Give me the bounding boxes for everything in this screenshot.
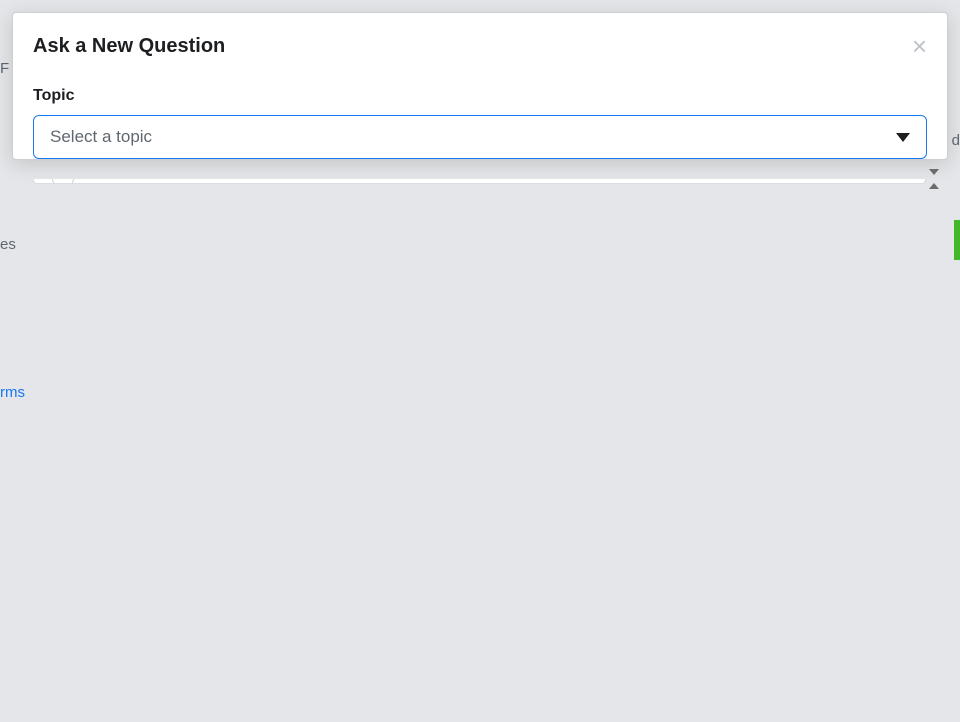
scroll-up-icon[interactable] — [927, 179, 941, 193]
topic-select-placeholder: Select a topic — [50, 127, 152, 147]
modal-title: Ask a New Question — [33, 35, 225, 58]
chevron-down-icon — [896, 133, 910, 142]
bg-text: rms — [0, 384, 25, 401]
close-icon[interactable]: × — [912, 33, 927, 59]
bg-text: F — [0, 60, 9, 77]
modal-header: Ask a New Question × — [33, 33, 927, 59]
topic-option[interactable]: Queries related to WhatsApp Enterprise C… — [34, 179, 925, 184]
ask-question-modal: Ask a New Question × Topic Select a topi… — [12, 12, 948, 160]
topic-option-list: Queries related to WhatsApp Enterprise C… — [33, 179, 926, 184]
topic-option-text: Queries related to WhatsApp Enterprise C… — [90, 179, 907, 184]
topic-select[interactable]: Select a topic — [33, 115, 927, 159]
bg-text: es — [0, 236, 16, 253]
bg-green-sliver — [954, 220, 960, 260]
topic-label: Topic — [33, 87, 927, 105]
radio-icon[interactable] — [52, 179, 74, 184]
topic-option-desc: Queries related to WhatsApp Enterprise C… — [90, 179, 907, 184]
bg-text: d — [952, 132, 960, 149]
scroll-down-icon[interactable] — [927, 165, 941, 179]
